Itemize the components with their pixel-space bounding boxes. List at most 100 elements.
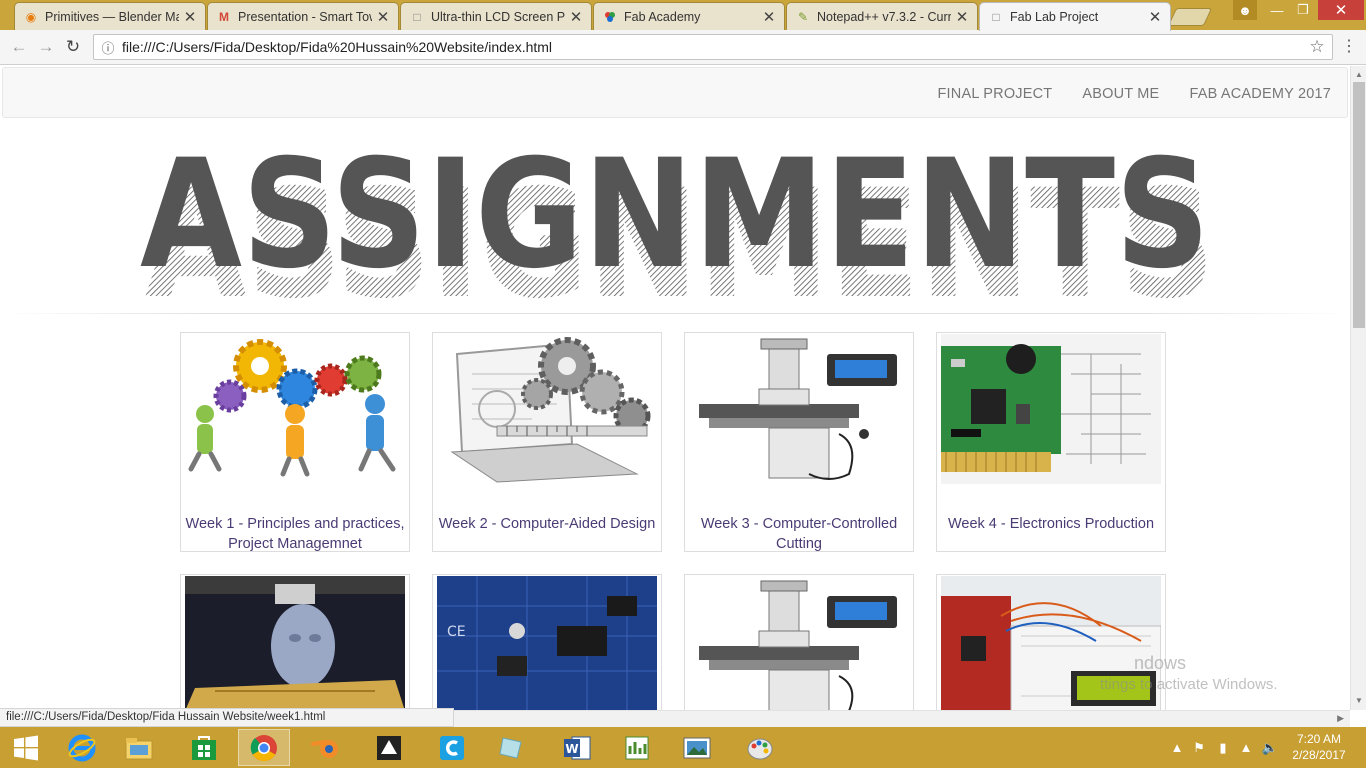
url-text[interactable]: file:///C:/Users/Fida/Desktop/Fida%20Hus… [122, 39, 1302, 55]
gmail-icon: M [219, 9, 229, 24]
taskbar-clock[interactable]: 7:20 AM 2/28/2017 [1285, 731, 1353, 763]
tab-title: Presentation - Smart Tow [238, 9, 372, 24]
watermark-text: ttings to activate Windows. [1100, 676, 1278, 693]
store-icon[interactable] [178, 729, 230, 766]
svg-text:W: W [565, 742, 578, 756]
card-caption[interactable]: Week 3 - Computer-Controlled Cutting [685, 514, 913, 554]
divider [0, 313, 1350, 314]
assignment-card-week5[interactable] [180, 574, 410, 710]
watermark-title: ndows [1134, 653, 1187, 673]
tab-title: Ultra-thin LCD Screen Pr [431, 9, 565, 24]
blender-icon: ◉ [25, 9, 37, 24]
close-tab-icon[interactable]: ✕ [955, 8, 969, 26]
assignment-card-week1[interactable]: Week 1 - Principles and practices, Proje… [180, 332, 410, 552]
nav-about-me[interactable]: ABOUT ME [1067, 86, 1174, 102]
close-tab-icon[interactable]: ✕ [569, 8, 583, 26]
scroll-up-icon[interactable]: ▲ [1354, 70, 1364, 79]
maximize-button[interactable]: ❐ [1290, 0, 1316, 20]
card-caption[interactable]: Week 4 - Electronics Production [937, 514, 1165, 534]
minimize-button[interactable]: — [1264, 0, 1290, 20]
notepad-icon: ✎ [797, 9, 809, 24]
c-app-icon[interactable] [426, 729, 478, 766]
fab-academy-icon [602, 9, 618, 25]
clock-date: 2/28/2017 [1292, 748, 1346, 762]
milling-machine-image [689, 334, 909, 484]
svg-text:CE: CE [447, 624, 466, 640]
close-window-button[interactable]: ✕ [1318, 0, 1364, 20]
close-tab-icon[interactable]: ✕ [1148, 8, 1162, 26]
3d-printer-image [185, 576, 405, 710]
tab-title: Primitives — Blender Ma [45, 9, 179, 24]
tab-strip: ◉ Primitives — Blender Ma ✕ M Presentati… [0, 0, 1366, 31]
paint-icon[interactable] [734, 729, 786, 766]
card-caption[interactable]: Week 2 - Computer-Aided Design [433, 514, 661, 534]
nav-fab-academy-2017[interactable]: FAB ACADEMY 2017 [1174, 86, 1347, 102]
address-bar[interactable]: ⓘ file:///C:/Users/Fida/Desktop/Fida%20H… [93, 34, 1333, 60]
scroll-right-icon[interactable]: ▶ [1337, 713, 1344, 724]
windows-taskbar: W [0, 727, 1366, 768]
inkscape-icon[interactable] [363, 729, 415, 766]
tab-5[interactable]: ✎ Notepad++ v7.3.2 - Curr ✕ [786, 2, 978, 30]
page-icon: □ [992, 10, 1000, 24]
assignment-card-week2[interactable]: Week 2 - Computer-Aided Design [432, 332, 662, 552]
assignment-card-week3[interactable]: Week 3 - Computer-Controlled Cutting [684, 332, 914, 552]
circuit-board-image [941, 334, 1161, 484]
vertical-scrollbar[interactable]: ▲ ▼ [1350, 66, 1366, 710]
assignment-card-week7[interactable] [684, 574, 914, 710]
card-caption[interactable]: Week 1 - Principles and practices, Proje… [181, 514, 409, 554]
browser-toolbar: ← → ↻ ⓘ file:///C:/Users/Fida/Desktop/Fi… [0, 30, 1366, 65]
assignment-card-week6[interactable]: CE [432, 574, 662, 710]
close-tab-icon[interactable]: ✕ [183, 8, 197, 26]
action-center-flag-icon[interactable]: ⚑ [1186, 740, 1212, 756]
scroll-down-icon[interactable]: ▼ [1354, 696, 1364, 705]
tab-4[interactable]: Fab Academy ✕ [593, 2, 785, 30]
battery-icon[interactable]: ▮ [1212, 740, 1234, 756]
tab-title: Notepad++ v7.3.2 - Curr [817, 9, 951, 24]
bookmark-star-icon[interactable]: ☆ [1302, 37, 1332, 57]
reload-button[interactable]: ↻ [62, 36, 84, 58]
file-explorer-icon[interactable] [113, 729, 165, 766]
page-viewport: FINAL PROJECT ABOUT ME FAB ACADEMY 2017 … [0, 66, 1350, 710]
show-hidden-icons-icon[interactable]: ▲ [1168, 740, 1186, 755]
tab-2[interactable]: M Presentation - Smart Tow ✕ [207, 2, 399, 30]
chrome-menu-icon[interactable]: ⋮ [1341, 36, 1357, 58]
forward-button[interactable]: → [35, 36, 57, 58]
activate-windows-watermark: ndows ttings to activate Windows. [1100, 652, 1278, 696]
glass-icon[interactable] [485, 729, 537, 766]
hero-main-text: ASSIGNMENTS [140, 136, 1210, 302]
laptop-gears-image [437, 334, 657, 484]
info-icon[interactable]: ⓘ [94, 38, 122, 57]
internet-explorer-icon[interactable] [56, 729, 108, 766]
chrome-icon[interactable] [238, 729, 290, 766]
tab-title: Fab Lab Project [1010, 10, 1099, 24]
new-tab-button[interactable] [1167, 8, 1213, 26]
clock-time: 7:20 AM [1296, 732, 1342, 746]
blue-pcb-image: CE [437, 576, 657, 710]
assignment-card-week4[interactable]: Week 4 - Electronics Production [936, 332, 1166, 552]
user-profile-icon[interactable]: ☻ [1233, 0, 1257, 20]
nav-final-project[interactable]: FINAL PROJECT [923, 86, 1068, 102]
gears-team-image [185, 334, 405, 484]
nav-links: FINAL PROJECT ABOUT ME FAB ACADEMY 2017 [923, 68, 1348, 119]
windows-start-icon[interactable] [0, 729, 52, 766]
tab-1[interactable]: ◉ Primitives — Blender Ma ✕ [14, 2, 206, 30]
system-tray: ▲ ⚑ ▮ ▲ 🔈 [1168, 727, 1282, 768]
tab-title: Fab Academy [624, 9, 701, 24]
status-bar-link-preview: file:///C:/Users/Fida/Desktop/Fida Hussa… [0, 708, 454, 727]
close-tab-icon[interactable]: ✕ [762, 8, 776, 26]
back-button[interactable]: ← [8, 36, 30, 58]
scroll-thumb[interactable] [1353, 82, 1365, 328]
word-icon[interactable]: W [551, 729, 603, 766]
blender-icon[interactable] [300, 729, 352, 766]
project-icon[interactable] [611, 729, 663, 766]
site-navbar: FINAL PROJECT ABOUT ME FAB ACADEMY 2017 [2, 67, 1348, 118]
network-signal-icon[interactable]: ▲ [1234, 740, 1258, 755]
page-icon: □ [413, 9, 421, 24]
tab-3[interactable]: □ Ultra-thin LCD Screen Pr ✕ [400, 2, 592, 30]
tab-6-active[interactable]: □ Fab Lab Project ✕ [979, 2, 1171, 31]
volume-icon[interactable]: 🔈 [1258, 740, 1282, 756]
assignments-hero-title: ASSIGNMENTS ASSIGNMENTS [140, 128, 1220, 332]
photos-icon[interactable] [671, 729, 723, 766]
close-tab-icon[interactable]: ✕ [376, 8, 390, 26]
milling-machine-image [689, 576, 909, 710]
